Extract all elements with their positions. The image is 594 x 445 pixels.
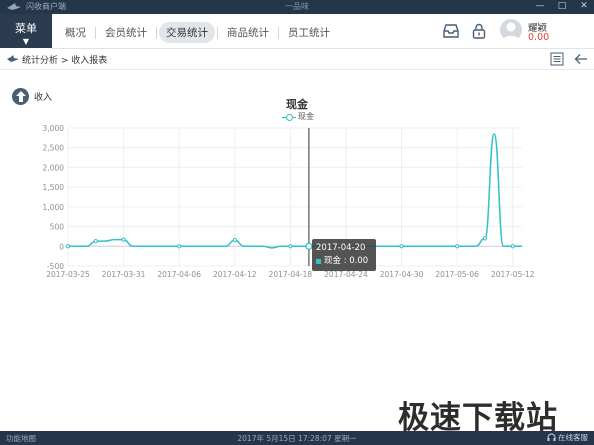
y-tick-label: 2,500 [43, 144, 65, 153]
x-tick-label: 2017-03-25 [46, 270, 90, 279]
window-controls: — □ ✕ [534, 1, 590, 11]
legend-marker [282, 113, 296, 121]
breadcrumb: 统计分析 > 收入报表 [22, 56, 108, 66]
store-name: 一品味 [285, 2, 309, 11]
tooltip-date: 2017-04-20 [316, 243, 366, 253]
x-tick-label: 2017-03-31 [102, 270, 146, 279]
x-tick-label: 2017-05-12 [491, 270, 535, 279]
user-balance: 0.00 [528, 32, 550, 43]
y-tick-label: 1,500 [43, 183, 65, 192]
status-datetime: 2017年 5月15日 17:28:07 星期一 [237, 434, 357, 443]
y-tick-label: 1,000 [43, 203, 65, 212]
tab-divider [156, 26, 157, 39]
maximize-button[interactable]: □ [556, 1, 568, 11]
headset-icon [547, 433, 556, 441]
tab-product-stats[interactable]: 商品统计 [220, 22, 276, 43]
tab-overview[interactable]: 概况 [58, 22, 93, 43]
tab-staff-stats[interactable]: 员工统计 [281, 22, 337, 43]
list-view-icon[interactable] [550, 52, 564, 66]
tooltip-value: 现金 : 0.00 [324, 256, 369, 266]
chart-tooltip: 2017-04-20 现金 : 0.00 [312, 239, 376, 271]
close-button[interactable]: ✕ [578, 1, 590, 11]
user-silhouette-icon [502, 22, 520, 41]
title-bar: 闪收商户端 一品味 — □ ✕ [0, 0, 594, 14]
back-arrow-icon[interactable] [574, 52, 588, 66]
inbox-tray-icon[interactable] [442, 22, 460, 40]
nav-tabs: 概况 会员统计 交易统计 商品统计 员工统计 [58, 22, 337, 43]
data-point [510, 244, 515, 249]
chart-legend[interactable]: 现金 [282, 111, 314, 122]
legend-label: 现金 [298, 112, 314, 121]
y-tick-label: -500 [47, 262, 64, 271]
tab-transaction-stats[interactable]: 交易统计 [159, 22, 215, 43]
breadcrumb-bar: 统计分析 > 收入报表 [0, 49, 594, 70]
avatar [500, 19, 522, 41]
lock-icon[interactable] [470, 22, 488, 40]
online-support-button[interactable]: 在线客服 [547, 432, 588, 443]
highlighted-point [305, 242, 313, 250]
shark-breadcrumb-icon [7, 55, 19, 62]
top-icons [442, 22, 488, 40]
x-tick-label: 2017-04-24 [324, 270, 368, 279]
y-tick-label: 3,000 [43, 124, 65, 133]
y-tick-label: 0 [59, 242, 64, 251]
data-point [288, 244, 293, 249]
series-line [67, 133, 522, 249]
status-bar: 功能地图 2017年 5月15日 17:28:07 星期一 在线客服 [0, 431, 594, 445]
chart-title: 现金 [286, 98, 308, 111]
x-tick-label: 2017-04-12 [213, 270, 257, 279]
top-nav: 概况 会员统计 交易统计 商品统计 员工统计 耀颖 0.00 [52, 14, 594, 49]
menu-button[interactable]: 菜单 ▼ [0, 14, 52, 48]
tab-divider [278, 26, 279, 39]
data-point [93, 239, 98, 244]
x-tick-label: 2017-05-06 [435, 270, 479, 279]
menu-label: 菜单 [15, 22, 37, 35]
tab-member-stats[interactable]: 会员统计 [98, 22, 154, 43]
caret-down-icon: ▼ [22, 37, 30, 46]
tab-divider [217, 26, 218, 39]
x-tick-label: 2017-04-18 [269, 270, 313, 279]
online-support-label: 在线客服 [558, 433, 588, 442]
tooltip-series-dot [316, 259, 321, 264]
breadcrumb-actions [550, 52, 588, 66]
y-tick-label: 500 [50, 223, 65, 232]
data-point [455, 244, 460, 249]
data-point [232, 237, 237, 243]
y-tick-label: 2,000 [43, 163, 65, 172]
data-point [399, 244, 404, 249]
data-point [482, 236, 488, 241]
x-tick-label: 2017-04-06 [157, 270, 201, 279]
minimize-button[interactable]: — [534, 1, 546, 11]
x-tick-label: 2017-04-30 [380, 270, 424, 279]
data-point [65, 244, 71, 249]
data-point [177, 244, 182, 249]
tab-divider [95, 26, 96, 39]
data-point [121, 237, 126, 242]
